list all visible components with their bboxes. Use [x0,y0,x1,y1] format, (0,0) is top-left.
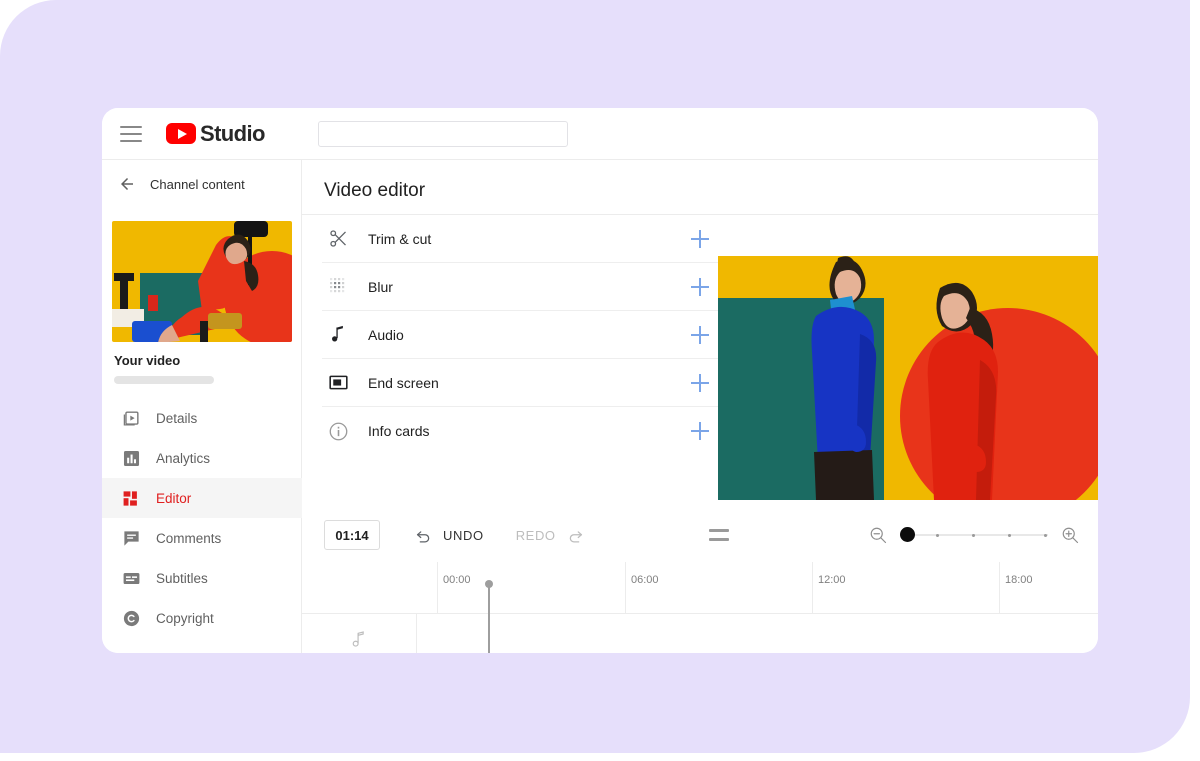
zoom-slider[interactable] [900,525,1048,545]
timeline: 00:00 06:00 12:00 18:00 [302,562,1098,653]
brand-label: Studio [200,120,265,146]
sidebar-item-comments[interactable]: Comments [102,518,302,558]
main-panel: Video editor Trim & cut Blur Audio End s… [302,160,1098,653]
tool-label: Blur [368,278,393,295]
tool-label: Info cards [368,423,430,439]
zoom-tick [936,533,939,537]
redo-arrow-icon [556,526,585,545]
timeline-ruler[interactable]: 00:00 06:00 12:00 18:00 [302,562,1098,614]
redo-button[interactable]: REDO [516,526,585,545]
editor-toolbar: 01:14 UNDO REDO [302,508,1098,562]
zoom-slider-knob[interactable] [900,527,915,542]
music-note-icon [326,323,350,347]
equals-icon[interactable] [708,529,729,541]
add-end-screen-button[interactable] [690,373,710,393]
ruler-label: 06:00 [631,574,659,586]
tool-row-blur[interactable]: Blur [322,263,718,311]
zoom-control [868,525,1080,545]
sidebar-item-label: Analytics [156,450,211,466]
zoom-out-icon[interactable] [868,525,888,545]
editor-tools-list: Trim & cut Blur Audio End screen Info ca… [322,215,718,455]
back-to-channel-content[interactable]: Channel content [102,160,301,208]
sidebar-nav: Details Analytics Editor Comments Subtit… [102,398,302,638]
sidebar-item-analytics[interactable]: Analytics [102,438,302,478]
blur-dots-icon [326,275,350,299]
sidebar-item-details[interactable]: Details [102,398,302,438]
back-label: Channel content [150,176,245,192]
search-input[interactable] [317,120,568,147]
ruler-mark [812,562,813,614]
ruler-label: 18:00 [1005,574,1033,586]
ruler-mark [625,562,626,614]
tool-label: Audio [368,326,404,343]
tool-row-info-cards[interactable]: Info cards [322,407,718,455]
video-thumbnail[interactable] [112,221,292,342]
timeline-playhead[interactable] [485,580,493,653]
ruler-label: 00:00 [443,574,471,586]
analytics-icon [120,447,142,469]
tool-row-audio[interactable]: Audio [322,311,718,359]
tool-label: End screen [368,374,439,391]
tool-row-trim-cut[interactable]: Trim & cut [322,215,718,263]
timecode-field[interactable]: 01:14 [324,520,380,550]
sidebar-item-label: Editor [156,490,192,506]
undo-button[interactable]: UNDO [414,526,484,545]
tool-label: Trim & cut [368,230,432,247]
ruler-label: 12:00 [818,574,846,586]
video-title: Your video [114,353,181,368]
zoom-tick [1008,533,1011,537]
screenshot-stage: Studio Channel content Your video Detail… [0,0,1200,761]
sidebar: Channel content Your video Details Analy… [102,160,302,653]
ruler-mark [999,562,1000,614]
add-trim-cut-button[interactable] [690,229,710,249]
zoom-tick [1044,533,1047,537]
playhead-handle[interactable] [485,580,493,588]
tool-row-end-screen[interactable]: End screen [322,359,718,407]
add-info-cards-button[interactable] [690,421,710,441]
zoom-in-icon[interactable] [1060,525,1080,545]
video-subtitle-placeholder [114,376,214,384]
add-blur-button[interactable] [690,277,710,297]
youtube-play-icon [166,123,196,144]
video-preview[interactable] [718,256,1098,500]
comments-icon [120,527,142,549]
back-arrow-icon [118,175,136,193]
youtube-studio-window: Studio Channel content Your video Detail… [102,108,1098,653]
copyright-icon [120,607,142,629]
end-screen-icon [326,371,350,395]
sidebar-item-label: Copyright [156,610,214,626]
audio-track-label [302,614,417,653]
sidebar-item-copyright[interactable]: Copyright [102,598,302,638]
sidebar-item-label: Comments [156,530,222,546]
add-audio-button[interactable] [690,325,710,345]
sidebar-item-subtitles[interactable]: Subtitles [102,558,302,598]
details-icon [120,407,142,429]
music-note-icon [352,630,364,647]
sidebar-item-editor[interactable]: Editor [102,478,302,518]
sidebar-item-label: Details [156,410,198,426]
audio-track-content[interactable] [437,614,1098,653]
undo-label: UNDO [443,527,484,543]
undo-arrow-icon [414,526,443,545]
page-title: Video editor [324,180,426,201]
scissors-icon [326,227,350,251]
window-body: Channel content Your video Details Analy… [102,160,1098,653]
redo-label: REDO [515,527,556,543]
hamburger-icon[interactable] [120,125,142,142]
top-bar: Studio [102,108,1098,160]
sidebar-item-label: Subtitles [156,570,208,586]
info-circle-icon [326,419,350,443]
ruler-column-divider [437,562,438,614]
zoom-tick [972,533,975,537]
editor-icon [120,487,142,509]
audio-track[interactable] [302,614,1098,653]
subtitles-icon [120,567,142,589]
youtube-studio-logo[interactable]: Studio [166,121,265,147]
